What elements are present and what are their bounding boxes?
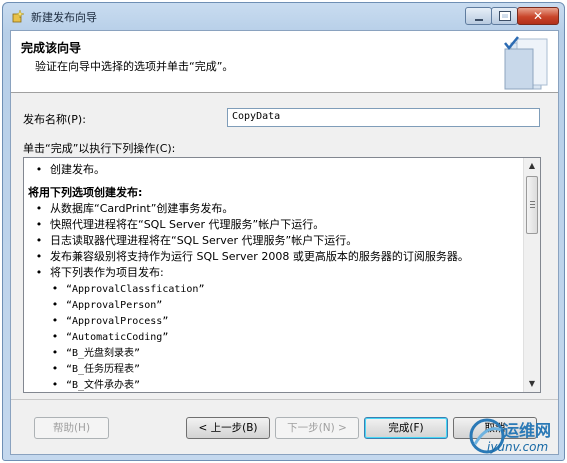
- table-item: • “B_任务历程表”: [51, 362, 141, 375]
- next-button[interactable]: 下一步(N) >: [275, 417, 359, 439]
- list-item: • 快照代理进程将在“SQL Server 代理服务”帐户下运行。: [35, 218, 325, 231]
- close-icon: ✕: [532, 9, 544, 23]
- table-item: • “ApprovalProcess”: [51, 314, 169, 327]
- wizard-icon: [12, 9, 25, 23]
- vertical-scrollbar[interactable]: ▲ ▼: [523, 158, 540, 392]
- list-item: • 发布兼容级别将支持作为运行 SQL Server 2008 或更高版本的服务器…: [35, 250, 469, 263]
- minimize-icon: [475, 19, 483, 21]
- table-item: • “AutomaticCoding”: [51, 330, 169, 343]
- title-bar[interactable]: 新建发布向导 ✕: [3, 3, 564, 29]
- minimize-button[interactable]: [465, 7, 492, 25]
- page-title: 完成该向导: [21, 41, 82, 55]
- close-button[interactable]: ✕: [517, 7, 559, 25]
- table-item: • “B_文件承办表”: [51, 378, 141, 391]
- list-item: • 从数据库“CardPrint”创建事务发布。: [35, 202, 234, 215]
- grip-icon: [530, 201, 535, 209]
- watermark: 运维网 iyunv.com: [467, 414, 567, 462]
- publication-name-label: 发布名称(P):: [23, 113, 86, 126]
- list-item: • 创建发布。: [28, 162, 518, 178]
- options-heading: 将用下列选项创建发布:: [28, 186, 143, 199]
- actions-summary-box[interactable]: • 创建发布。 将用下列选项创建发布: • 从数据库“CardPrint”创建事务发…: [23, 157, 541, 393]
- actions-label: 单击“完成”以执行下列操作(C):: [23, 142, 176, 155]
- list-item: • 将下列表作为项目发布:: [35, 266, 164, 279]
- footer-divider: [11, 399, 558, 400]
- maximize-button[interactable]: [491, 7, 518, 25]
- scroll-up-arrow-icon[interactable]: ▲: [524, 158, 540, 174]
- wizard-client: 完成该向导 验证在向导中选择的选项并单击“完成”。 发布名称(P): CopyD…: [10, 30, 559, 455]
- maximize-icon: [499, 11, 511, 21]
- watermark-url: iyunv.com: [487, 440, 549, 454]
- scroll-thumb[interactable]: [526, 176, 538, 234]
- watermark-text: 运维网: [503, 421, 552, 440]
- finish-button[interactable]: 完成(F): [364, 417, 448, 439]
- help-button[interactable]: 帮助(H): [34, 417, 109, 439]
- wizard-window: 新建发布向导 ✕ 完成该向导 验证在向导中选择的选项并单击“完成”。 发布名称(…: [2, 2, 565, 461]
- table-item: • “ApprovalClassfication”: [51, 282, 205, 295]
- page-subtitle: 验证在向导中选择的选项并单击“完成”。: [35, 60, 234, 73]
- wizard-header: 完成该向导 验证在向导中选择的选项并单击“完成”。: [11, 31, 558, 93]
- publication-name-input[interactable]: CopyData: [227, 108, 540, 127]
- books-checkmark-icon: [504, 36, 548, 90]
- list-item: • 日志读取器代理进程将在“SQL Server 代理服务”帐户下运行。: [35, 234, 358, 247]
- window-title: 新建发布向导: [31, 11, 97, 24]
- back-button[interactable]: < 上一步(B): [186, 417, 270, 439]
- table-item: • “B_光盘刻录表”: [51, 346, 141, 359]
- actions-list: • 创建发布。 将用下列选项创建发布: • 从数据库“CardPrint”创建事务发…: [28, 162, 518, 392]
- scroll-down-arrow-icon[interactable]: ▼: [524, 376, 540, 392]
- bullet: •: [35, 163, 43, 176]
- table-item: • “ApprovalPerson”: [51, 298, 163, 311]
